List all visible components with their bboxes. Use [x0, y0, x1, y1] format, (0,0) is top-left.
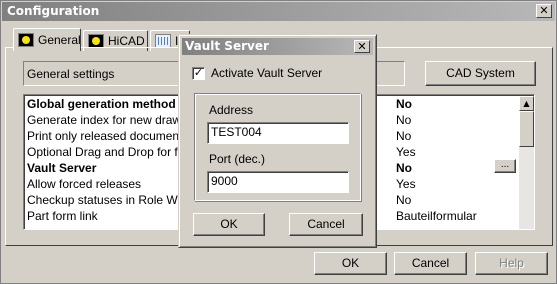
dialog-title-bar[interactable]: Vault Server ✕	[182, 38, 373, 55]
setting-value[interactable]: No	[396, 112, 516, 128]
vault-server-browse-button[interactable]: ...	[494, 159, 516, 173]
setting-value[interactable]: Bauteilformular	[396, 208, 516, 224]
settings-scrollbar[interactable]: ▲	[519, 96, 534, 229]
address-field[interactable]: TEST004	[207, 122, 349, 144]
port-field[interactable]: 9000	[207, 171, 349, 193]
dialog-cancel-button[interactable]: Cancel	[289, 213, 363, 236]
section-label: General settings	[27, 67, 115, 81]
setting-value[interactable]: Yes	[396, 176, 516, 192]
help-button[interactable]: Help	[475, 252, 548, 275]
grid-icon	[155, 34, 171, 48]
cad-system-button[interactable]: CAD System	[425, 61, 536, 86]
hicad-icon	[88, 34, 104, 48]
tab-label: General	[38, 33, 81, 47]
scroll-up-icon[interactable]: ▲	[519, 96, 534, 111]
scroll-thumb[interactable]	[519, 111, 534, 147]
vault-server-dialog: Vault Server ✕ ✓ Activate Vault Server A…	[178, 34, 377, 248]
close-icon[interactable]: ✕	[354, 40, 370, 53]
dialog-ok-button[interactable]: OK	[193, 213, 265, 236]
window-title: Configuration	[7, 4, 100, 18]
close-icon[interactable]: ✕	[536, 4, 552, 18]
setting-value[interactable]: No	[396, 128, 516, 144]
dialog-title: Vault Server	[185, 39, 269, 53]
activate-vault-label: Activate Vault Server	[211, 66, 323, 80]
ok-button[interactable]: OK	[314, 252, 387, 275]
hicad-icon	[18, 33, 34, 47]
title-bar[interactable]: Configuration ✕	[2, 2, 555, 21]
tab-label: HiCAD	[108, 34, 145, 48]
setting-value[interactable]: No	[396, 96, 516, 112]
address-label: Address	[209, 103, 254, 117]
setting-value[interactable]: Yes	[396, 144, 516, 160]
cancel-button[interactable]: Cancel	[394, 252, 467, 275]
port-label: Port (dec.)	[209, 152, 266, 166]
activate-vault-checkbox[interactable]: ✓	[192, 67, 205, 80]
tab-general[interactable]: General	[13, 28, 81, 51]
setting-value[interactable]: No	[396, 192, 516, 208]
